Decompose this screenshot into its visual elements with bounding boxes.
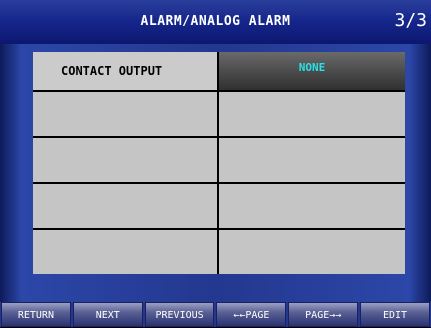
table-row[interactable]: CONTACT OUTPUT NONE: [33, 52, 405, 90]
page-indicator: 3/3: [394, 10, 427, 31]
screen-title: ALARM/ANALOG ALARM: [140, 14, 291, 29]
row-label: CONTACT OUTPUT: [33, 52, 217, 90]
table-row[interactable]: [33, 92, 405, 136]
row-divider: [33, 136, 405, 138]
next-button[interactable]: NEXT: [72, 302, 143, 327]
row-value[interactable]: NONE: [219, 52, 405, 90]
row-divider: [33, 182, 405, 184]
function-key-bar: RETURN NEXT PREVIOUS ←←PAGE PAGE→→ EDIT: [0, 302, 431, 327]
row-divider: [33, 90, 405, 92]
settings-table: CONTACT OUTPUT NONE: [33, 52, 405, 274]
edit-button[interactable]: EDIT: [360, 302, 430, 327]
title-bar: ALARM/ANALOG ALARM 3/3: [0, 0, 431, 44]
page-forward-button[interactable]: PAGE→→: [288, 302, 359, 327]
table-row[interactable]: [33, 230, 405, 274]
return-button[interactable]: RETURN: [1, 302, 71, 327]
page-back-button[interactable]: ←←PAGE: [216, 302, 287, 327]
previous-button[interactable]: PREVIOUS: [144, 302, 215, 327]
row-divider: [33, 228, 405, 230]
table-row[interactable]: [33, 138, 405, 182]
column-divider: [217, 52, 219, 274]
table-row[interactable]: [33, 184, 405, 228]
